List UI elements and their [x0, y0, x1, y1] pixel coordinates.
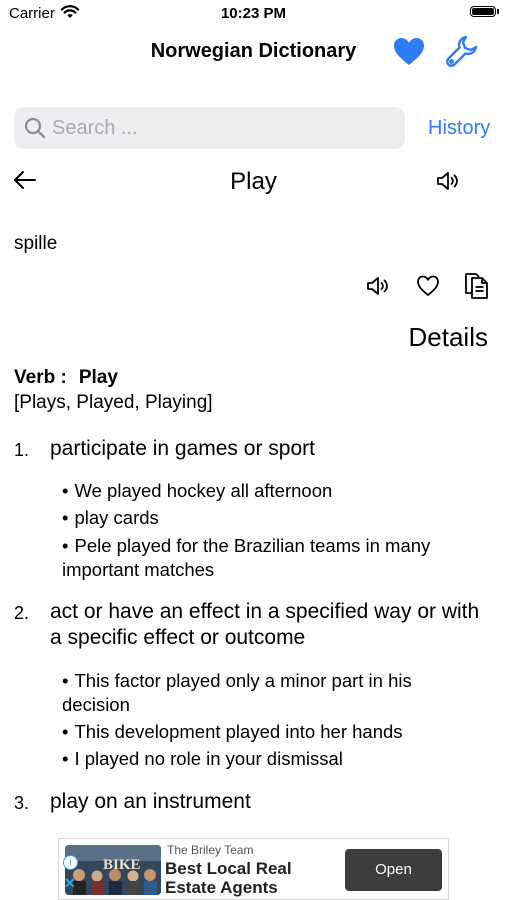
- ad-image-text: BIKE: [103, 857, 141, 873]
- speaker-icon[interactable]: [436, 169, 462, 193]
- ad-title[interactable]: Best Local Real Estate Agents: [165, 859, 345, 897]
- ad-image[interactable]: BIKE: [65, 845, 161, 895]
- definition-text: play on an instrument: [50, 790, 251, 813]
- word-title: Play: [230, 168, 277, 195]
- example-text: This development played into her hands: [74, 721, 403, 742]
- details-heading: Details: [408, 322, 488, 352]
- definition-text: act or have an effect in a specified way…: [50, 600, 480, 649]
- translation-speaker-icon[interactable]: [366, 274, 392, 298]
- example-item: • This development played into her hands: [62, 721, 403, 742]
- part-of-speech-line: Verb : Play: [14, 367, 118, 389]
- example-item: • I played no role in your dismissal: [62, 748, 343, 769]
- battery-tip: [497, 9, 499, 14]
- ad-banner[interactable]: BIKE i ✕ The Briley Team Best Local Real…: [58, 838, 449, 900]
- ad-open-button[interactable]: Open: [345, 849, 442, 891]
- example-text: We played hockey all afternoon: [74, 480, 333, 501]
- example-item: • Pele played for the Brazilian teams in …: [62, 535, 431, 580]
- definition-number: 3.: [14, 793, 30, 813]
- settings-wrench-icon[interactable]: [445, 34, 479, 68]
- example-text: play cards: [74, 507, 159, 528]
- definition-text: participate in games or sport: [50, 437, 315, 460]
- example-text: This factor played only a minor part in …: [62, 670, 412, 715]
- search-icon: [24, 117, 46, 139]
- copy-icon[interactable]: [463, 272, 489, 300]
- ad-photo: BIKE: [65, 845, 161, 895]
- search-input[interactable]: [52, 107, 392, 149]
- page-title: Norwegian Dictionary: [150, 40, 357, 62]
- example-text: Pele played for the Brazilian teams in m…: [62, 535, 431, 580]
- search-bar[interactable]: [14, 107, 405, 149]
- history-button[interactable]: History: [428, 117, 490, 140]
- favorite-outline-heart-icon[interactable]: [416, 274, 440, 298]
- favorites-heart-icon[interactable]: [393, 36, 425, 68]
- ad-close-icon[interactable]: ✕: [64, 875, 76, 892]
- translation-text: spille: [14, 233, 58, 254]
- headword: Play: [78, 367, 118, 388]
- example-text: I played no role in your dismissal: [74, 748, 343, 769]
- ad-brand: The Briley Team: [167, 843, 254, 857]
- example-item: • play cards: [62, 507, 159, 528]
- definition-number: 1.: [14, 440, 30, 460]
- example-item: • We played hockey all afternoon: [62, 480, 333, 501]
- definition-number: 2.: [14, 603, 30, 623]
- ad-info-icon[interactable]: i: [63, 855, 78, 870]
- word-forms: [Plays, Played, Playing]: [14, 392, 213, 413]
- example-item: • This factor played only a minor part in…: [62, 670, 412, 715]
- status-time: 10:23 PM: [220, 5, 287, 22]
- battery-icon: [470, 6, 496, 17]
- part-of-speech: Verb :: [14, 367, 67, 388]
